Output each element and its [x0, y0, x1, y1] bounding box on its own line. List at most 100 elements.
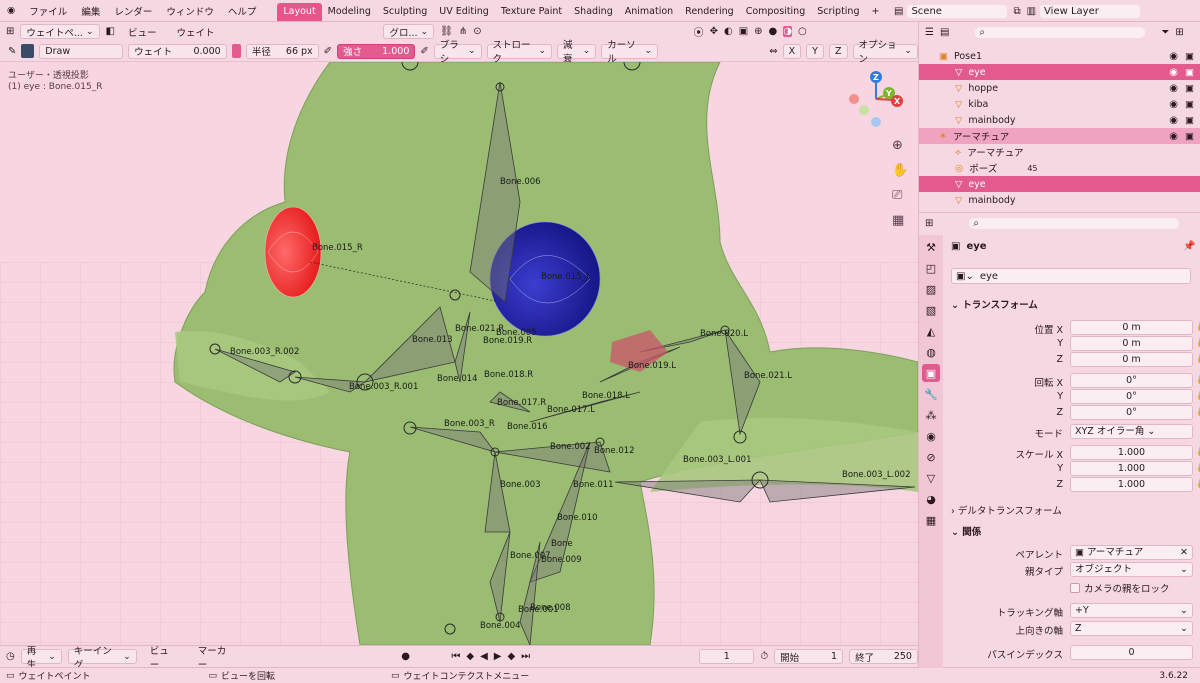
- editor-type-icon[interactable]: ⊞: [6, 26, 14, 37]
- xray-icon[interactable]: ▣: [739, 26, 748, 37]
- outliner-row[interactable]: ▽ eye: [919, 176, 1200, 192]
- up-axis-select[interactable]: Z ⌄: [1070, 621, 1193, 636]
- scene-tab-icon[interactable]: ◭: [922, 322, 940, 340]
- visibility-eye-icon[interactable]: ◉: [1169, 51, 1178, 62]
- data-tab-icon[interactable]: ▽: [922, 469, 940, 487]
- object-tab-icon[interactable]: ▣: [922, 364, 940, 382]
- shading-wire-icon[interactable]: ⊕: [754, 26, 762, 37]
- menu-view[interactable]: ビュー: [121, 21, 164, 43]
- axis-z[interactable]: Z: [828, 43, 848, 59]
- render-tab-icon[interactable]: ◰: [922, 259, 940, 277]
- transform-section[interactable]: ⌄ トランスフォーム: [951, 297, 1038, 311]
- playback-menu[interactable]: 再生: [20, 646, 62, 671]
- workspace-tab[interactable]: +: [865, 3, 885, 21]
- display-mode-icon[interactable]: ▤: [940, 27, 949, 38]
- menu-file[interactable]: ファイル: [22, 0, 74, 22]
- weight-field[interactable]: ウェイト 0.000: [128, 43, 227, 59]
- visibility-eye-icon[interactable]: ◉: [1169, 131, 1178, 142]
- axis-x[interactable]: X: [782, 43, 802, 59]
- radius-field[interactable]: 半径 66 px: [245, 43, 319, 59]
- weight-toggle-icon[interactable]: ◧: [106, 26, 115, 37]
- axis-y[interactable]: Y: [806, 43, 824, 59]
- mode-selector[interactable]: ウェイトペ...: [20, 24, 100, 39]
- menu-edit[interactable]: 編集: [74, 0, 107, 22]
- render-camera-icon[interactable]: ▣: [1185, 67, 1194, 78]
- outliner-row[interactable]: ▣ Pose1 ◉ ▣: [919, 48, 1200, 64]
- location-z[interactable]: 0 m: [1070, 352, 1193, 367]
- mirror-icon[interactable]: ⇔: [769, 46, 777, 57]
- visibility-eye-icon[interactable]: ◉: [1169, 99, 1178, 110]
- visibility-eye-icon[interactable]: ◉: [1169, 67, 1178, 78]
- overlay-icon[interactable]: ◐: [724, 26, 733, 37]
- gizmo-neg-z-icon[interactable]: [871, 117, 881, 127]
- scene-name[interactable]: Scene: [907, 4, 1008, 18]
- menu-window[interactable]: ウィンドウ: [159, 0, 221, 22]
- lock-icon[interactable]: 🔓: [1196, 375, 1200, 385]
- options-menu[interactable]: オプション: [852, 40, 918, 65]
- transform-orientation[interactable]: グロ...: [383, 24, 435, 39]
- play-reverse-icon[interactable]: ◀: [480, 651, 488, 662]
- outliner-row[interactable]: ▽ hoppe ◉ ▣: [919, 80, 1200, 96]
- properties-editor-icon[interactable]: ⊞: [925, 218, 933, 229]
- lock-icon[interactable]: 🔓: [1196, 479, 1200, 489]
- rotation-mode-select[interactable]: XYZ オイラー角 ⌄: [1070, 424, 1193, 439]
- outliner-row[interactable]: ▽ eye ◉ ▣: [919, 64, 1200, 80]
- strength-field[interactable]: 強さ 1.000: [337, 43, 416, 59]
- properties-search-icon[interactable]: ⌕: [969, 217, 1180, 229]
- pan-hand-icon[interactable]: ✋: [892, 162, 908, 178]
- scale-z[interactable]: 1.000: [1070, 477, 1193, 492]
- start-frame[interactable]: 開始 1: [774, 649, 844, 664]
- visibility-eye-icon[interactable]: ◉: [1169, 83, 1178, 94]
- brush-name[interactable]: Draw: [39, 43, 124, 59]
- parent-type-select[interactable]: オブジェクト ⌄: [1070, 562, 1193, 577]
- strength-pressure-icon[interactable]: ✐: [420, 46, 428, 57]
- track-axis-select[interactable]: +Y ⌄: [1070, 603, 1193, 618]
- render-camera-icon[interactable]: ▣: [1185, 83, 1194, 94]
- falloff-menu[interactable]: 減衰: [557, 40, 597, 65]
- relations-section[interactable]: ⌄ 関係: [951, 524, 981, 538]
- tool-tab-icon[interactable]: ⚒: [922, 238, 940, 256]
- perspective-grid-icon[interactable]: ▦: [892, 213, 904, 228]
- stroke-menu[interactable]: ストローク: [486, 40, 553, 65]
- lock-icon[interactable]: 🔓: [1196, 463, 1200, 473]
- lock-icon[interactable]: 🔓: [1196, 447, 1200, 457]
- checkbox-icon[interactable]: [1070, 583, 1080, 593]
- lock-icon[interactable]: 🔓: [1196, 322, 1200, 332]
- workspace-tab[interactable]: Layout: [277, 2, 322, 21]
- jump-end-icon[interactable]: ⏭: [521, 651, 530, 662]
- object-browse-icon[interactable]: ▣⌄: [956, 271, 974, 282]
- lock-icon[interactable]: 🔓: [1196, 354, 1200, 364]
- rotation-x[interactable]: 0°: [1070, 373, 1193, 388]
- workspace-tab[interactable]: Modeling: [322, 3, 377, 21]
- render-camera-icon[interactable]: ▣: [1185, 115, 1194, 126]
- pressure-icon[interactable]: [231, 44, 241, 58]
- delta-transform-section[interactable]: › デルタトランスフォーム: [951, 503, 1062, 517]
- link-icon[interactable]: ⛓: [440, 26, 453, 37]
- lock-icon[interactable]: 🔓: [1196, 338, 1200, 348]
- material-tab-icon[interactable]: ◕: [922, 490, 940, 508]
- zoom-icon[interactable]: ⊕: [892, 138, 903, 153]
- render-camera-icon[interactable]: ▣: [1185, 51, 1194, 62]
- view-layer-name[interactable]: View Layer: [1040, 4, 1141, 18]
- lock-icon[interactable]: 🔓: [1196, 407, 1200, 417]
- texture-tab-icon[interactable]: ▦: [922, 511, 940, 529]
- gizmo-neg-y-icon[interactable]: [859, 105, 869, 115]
- timeline-view-menu[interactable]: ビュー: [143, 646, 185, 671]
- end-frame[interactable]: 終了 250: [849, 649, 918, 664]
- marker-menu[interactable]: マーカー: [191, 646, 242, 671]
- timeline-editor-icon[interactable]: ◷: [6, 651, 15, 662]
- workspace-tab[interactable]: Shading: [568, 3, 619, 21]
- cursor-menu[interactable]: カーソル: [601, 40, 658, 65]
- keying-menu[interactable]: キーイング: [67, 646, 137, 671]
- workspace-tab[interactable]: UV Editing: [433, 3, 495, 21]
- rotation-y[interactable]: 0°: [1070, 389, 1193, 404]
- outliner-row[interactable]: ▽ mainbody ◉ ▣: [919, 112, 1200, 128]
- outliner-row[interactable]: ⟡ アーマチュア: [919, 144, 1200, 160]
- clear-parent-icon[interactable]: ✕: [1180, 546, 1188, 559]
- record-icon[interactable]: ●: [401, 651, 410, 662]
- workspace-tab[interactable]: Texture Paint: [495, 3, 568, 21]
- outliner-editor-icon[interactable]: ☰: [925, 27, 934, 38]
- visibility-eye-icon[interactable]: ◉: [1169, 115, 1178, 126]
- workspace-tab[interactable]: Sculpting: [377, 3, 433, 21]
- current-frame[interactable]: 1: [699, 649, 755, 664]
